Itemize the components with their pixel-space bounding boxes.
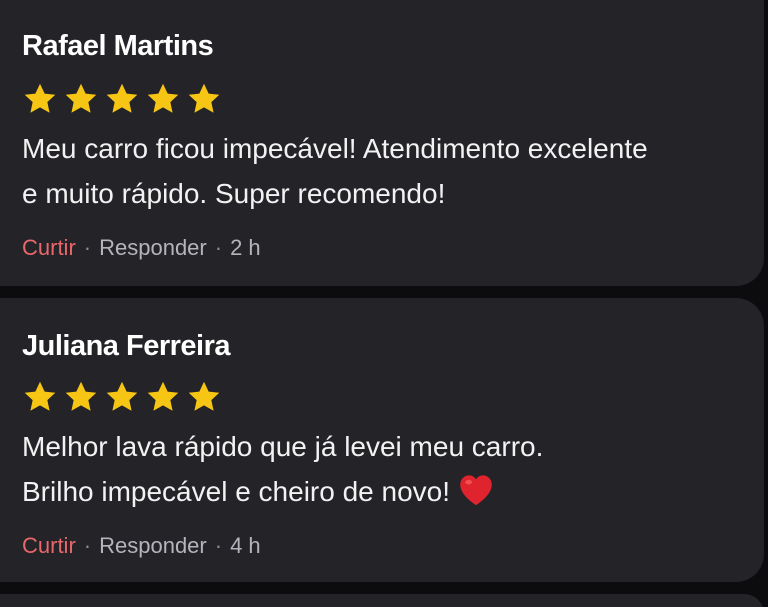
- comment-line: Brilho impecável e cheiro de novo!: [22, 476, 451, 507]
- review-card-partial: [0, 594, 764, 607]
- review-comment: Melhor lava rápido que já levei meu carr…: [22, 424, 742, 514]
- star-rating: [22, 81, 222, 117]
- comment-line: e muito rápido. Super recomendo!: [22, 178, 446, 209]
- review-card: Juliana Ferreira Melhor lava rápido que …: [0, 298, 764, 582]
- timestamp: 2 h: [230, 235, 261, 260]
- review-author[interactable]: Rafael Martins: [22, 30, 214, 63]
- separator-dot: ·: [214, 235, 223, 260]
- star-icon: [147, 83, 179, 113]
- separator-dot: ·: [214, 533, 223, 558]
- comment-line: Melhor lava rápido que já levei meu carr…: [22, 431, 544, 462]
- star-icon: [188, 83, 220, 113]
- separator-dot: ·: [83, 235, 92, 260]
- reply-button[interactable]: Responder: [99, 235, 207, 261]
- star-icon: [24, 83, 56, 113]
- star-icon: [65, 381, 97, 411]
- star-icon: [106, 381, 138, 411]
- review-card: Rafael Martins Meu carro ficou impecável…: [0, 0, 764, 286]
- reply-button[interactable]: Responder: [99, 533, 207, 559]
- review-actions: Curtir · Responder · 4 h: [22, 533, 261, 559]
- review-actions: Curtir · Responder · 2 h: [22, 235, 261, 261]
- star-icon: [188, 381, 220, 411]
- review-author[interactable]: Juliana Ferreira: [22, 330, 231, 363]
- separator-dot: ·: [83, 533, 92, 558]
- comment-line: Meu carro ficou impecável! Atendimento e…: [22, 133, 648, 164]
- star-icon: [147, 381, 179, 411]
- review-feed: Rafael Martins Meu carro ficou impecável…: [0, 0, 768, 607]
- heart-icon: [460, 475, 492, 506]
- comment-line-with-emoji: Brilho impecável e cheiro de novo!: [22, 469, 742, 514]
- like-button[interactable]: Curtir: [22, 235, 76, 261]
- star-rating: [22, 379, 222, 415]
- timestamp: 4 h: [230, 533, 261, 558]
- star-icon: [106, 83, 138, 113]
- star-icon: [24, 381, 56, 411]
- like-button[interactable]: Curtir: [22, 533, 76, 559]
- review-comment: Meu carro ficou impecável! Atendimento e…: [22, 126, 742, 216]
- star-icon: [65, 83, 97, 113]
